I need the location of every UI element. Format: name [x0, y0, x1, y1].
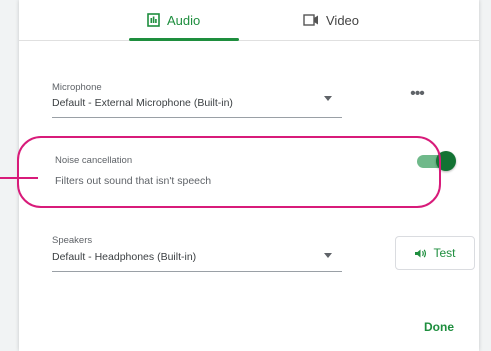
chevron-down-icon[interactable] — [324, 253, 332, 258]
video-icon — [303, 14, 319, 26]
tab-video[interactable]: Video — [303, 0, 359, 40]
test-button-label: Test — [433, 246, 456, 260]
chevron-down-icon[interactable] — [324, 96, 332, 101]
tab-bar: Audio Video — [19, 0, 479, 41]
noise-cancellation-highlight — [17, 136, 441, 208]
audio-icon — [147, 13, 160, 27]
microphone-label: Microphone — [52, 82, 102, 93]
microphone-select-underline — [52, 117, 342, 118]
speaker-icon — [414, 248, 427, 259]
tab-audio[interactable]: Audio — [147, 0, 200, 40]
selected-tab-indicator — [129, 38, 239, 41]
done-button[interactable]: Done — [424, 320, 454, 334]
speakers-label: Speakers — [52, 235, 93, 246]
microphone-select[interactable]: Default - External Microphone (Built-in) — [52, 97, 233, 109]
callout-line — [0, 177, 38, 179]
speakers-select[interactable]: Default - Headphones (Built-in) — [52, 251, 196, 263]
test-speakers-button[interactable]: Test — [395, 236, 475, 270]
more-options-button[interactable]: ••• — [403, 85, 431, 103]
tab-audio-label: Audio — [167, 12, 201, 28]
tab-video-label: Video — [326, 12, 360, 28]
speakers-select-underline — [52, 271, 342, 272]
